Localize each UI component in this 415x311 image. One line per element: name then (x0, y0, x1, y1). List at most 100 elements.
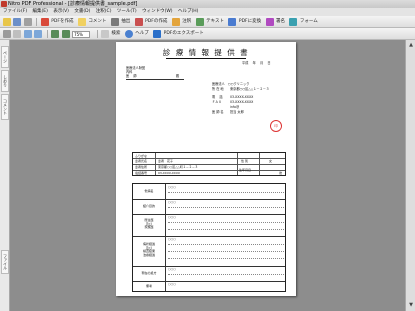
diagnosis-value: ○○○ (168, 185, 176, 189)
vertical-scrollbar[interactable]: ▲ ▼ (405, 40, 415, 311)
menu-document[interactable]: 文書(D) (74, 8, 90, 16)
text-icon[interactable] (195, 18, 204, 26)
recipient-suffix: 殿 (176, 74, 180, 78)
window-title: Nitro PDF Professional - [診療情報提供書_sample… (8, 1, 138, 7)
sender-fax-label: ＦＡＸ (212, 100, 222, 104)
pdf-create-button[interactable]: PDFの作成 (145, 16, 167, 27)
tab-pages[interactable]: ページ (1, 46, 9, 68)
tab-files[interactable]: ファイル (1, 250, 9, 274)
document-title: 診 療 情 報 提 供 書 (162, 48, 250, 57)
annotate-icon[interactable] (171, 18, 180, 26)
recipient-underline (126, 79, 184, 80)
sex-label: 性 別 (241, 159, 248, 163)
menu-file[interactable]: ファイル(F) (3, 8, 27, 16)
prescription-label: 現在の処方 (141, 271, 157, 275)
menu-comment[interactable]: 注釈(C) (96, 8, 112, 16)
menu-tools[interactable]: ツール(T) (117, 8, 137, 16)
recipient-doctor: 医 師 (126, 74, 137, 78)
extract-button[interactable]: 抽出 (121, 16, 130, 27)
comment-icon[interactable] (77, 18, 86, 26)
document-date: 平成 年 月 日 (242, 61, 271, 65)
search-icon[interactable] (100, 30, 109, 38)
sender-tel-label: 電 話 (212, 95, 223, 99)
ruled-line (168, 258, 284, 259)
scroll-down-icon[interactable]: ▼ (408, 302, 414, 308)
export-icon[interactable] (153, 30, 162, 38)
create-pdf-icon[interactable] (40, 18, 49, 26)
extract-icon[interactable] (110, 18, 119, 26)
title-bar: Nitro PDF Professional - [診療情報提供書_sample… (0, 0, 415, 8)
phone-label: 電話番号 (135, 171, 148, 175)
tab-bookmarks[interactable]: しおり (1, 70, 9, 92)
table-rule (259, 153, 260, 175)
search-button[interactable]: 検索 (111, 28, 120, 39)
form-icon[interactable] (289, 18, 298, 26)
print-icon[interactable] (23, 18, 32, 26)
table-rule (133, 199, 285, 200)
table-rule (155, 153, 156, 175)
course-value: ○○○ (168, 237, 176, 241)
sender-address: 東京都○○区△△１－２－３ (230, 87, 270, 91)
comment-button[interactable]: コメント (88, 16, 106, 27)
toolbar-view: 75% 検索 ヘルプ PDFのエクスポート (0, 28, 415, 40)
ruled-line (168, 222, 284, 223)
sender-clinic: 医療法人 ○○クリニック (212, 82, 250, 86)
pdf-create-icon[interactable] (134, 18, 143, 26)
open-folder-icon[interactable] (3, 18, 11, 26)
table-rule (133, 236, 285, 237)
ruled-line (168, 244, 284, 245)
side-panel: ページ しおり コメント ファイル (0, 40, 10, 311)
zoom-in-icon[interactable] (23, 30, 32, 38)
menu-view[interactable]: 表示(V) (53, 8, 69, 16)
sender-mail: info@ (230, 105, 240, 109)
export-button[interactable]: PDFのエクスポート (164, 28, 204, 39)
create-pdf-button[interactable]: PDFを作成 (51, 16, 73, 27)
history-label: 既往歴 及び 家族歴 (144, 218, 154, 230)
pdf-page: 診 療 情 報 提 供 書 平成 年 月 日 医療法人財団 内科 医 師 殿 医… (116, 42, 296, 296)
menu-window[interactable]: ウィンドウ(W) (142, 8, 172, 16)
prev-page-icon[interactable] (51, 30, 60, 38)
remarks-value: ○○○ (168, 282, 176, 286)
zoom-field[interactable]: 75% (72, 30, 91, 38)
sign-button[interactable]: 署名 (276, 16, 285, 27)
text-button[interactable]: テキスト (206, 16, 224, 27)
table-rule (237, 153, 238, 175)
tab-comments[interactable]: コメント (1, 94, 9, 120)
next-page-icon[interactable] (61, 30, 70, 38)
prescription-value: ○○○ (168, 267, 176, 271)
toolbar-separator (96, 30, 98, 38)
sender-tel: 03-XXXX-XXXX (230, 95, 254, 99)
form-button[interactable]: フォーム (300, 16, 318, 27)
birth-label: 生年月日 (239, 168, 252, 172)
help-icon[interactable] (124, 30, 133, 38)
course-label: 病状経過 及び 検査結果 治療経過 (142, 242, 155, 257)
sign-icon[interactable] (265, 18, 274, 26)
title-underline (166, 58, 246, 59)
menu-edit[interactable]: 編集(E) (33, 8, 48, 16)
scroll-up-icon[interactable]: ▲ (408, 42, 414, 48)
table-rule (133, 214, 285, 215)
seal-stamp: 印 (270, 120, 282, 132)
convert-icon[interactable] (228, 18, 237, 26)
sender-doctor-label: 医 師 名 (212, 110, 224, 114)
select-tool-icon[interactable] (13, 30, 22, 38)
toolbar-separator (46, 30, 48, 38)
hand-tool-icon[interactable] (3, 30, 11, 38)
sender-location-label: 所 在 地 (212, 87, 224, 91)
menu-help[interactable]: ヘルプ(H) (178, 8, 198, 16)
convert-button[interactable]: PDFに変換 (239, 16, 261, 27)
annotate-button[interactable]: 注釈 (182, 16, 191, 27)
table-rule (165, 184, 166, 291)
save-icon[interactable] (13, 18, 22, 26)
clinical-sections-table: 傷病名 ○○○ 紹介目的 ○○○ 既往歴 及び 家族歴 ○○○ 病状経過 及び … (132, 183, 286, 292)
sender-fax: 03-XXXX-XXXX (230, 100, 254, 104)
sex-value: 女 (269, 159, 273, 163)
phone-value: 03-XXXX-XXXX (158, 171, 180, 175)
help-button[interactable]: ヘルプ (135, 28, 149, 39)
remarks-label: 備考 (145, 284, 152, 288)
table-rule (133, 281, 285, 282)
app-window: Nitro PDF Professional - [診療情報提供書_sample… (0, 0, 415, 311)
referral-purpose-value: ○○○ (168, 200, 176, 204)
zoom-out-icon[interactable] (34, 30, 43, 38)
ruled-line (168, 192, 284, 193)
